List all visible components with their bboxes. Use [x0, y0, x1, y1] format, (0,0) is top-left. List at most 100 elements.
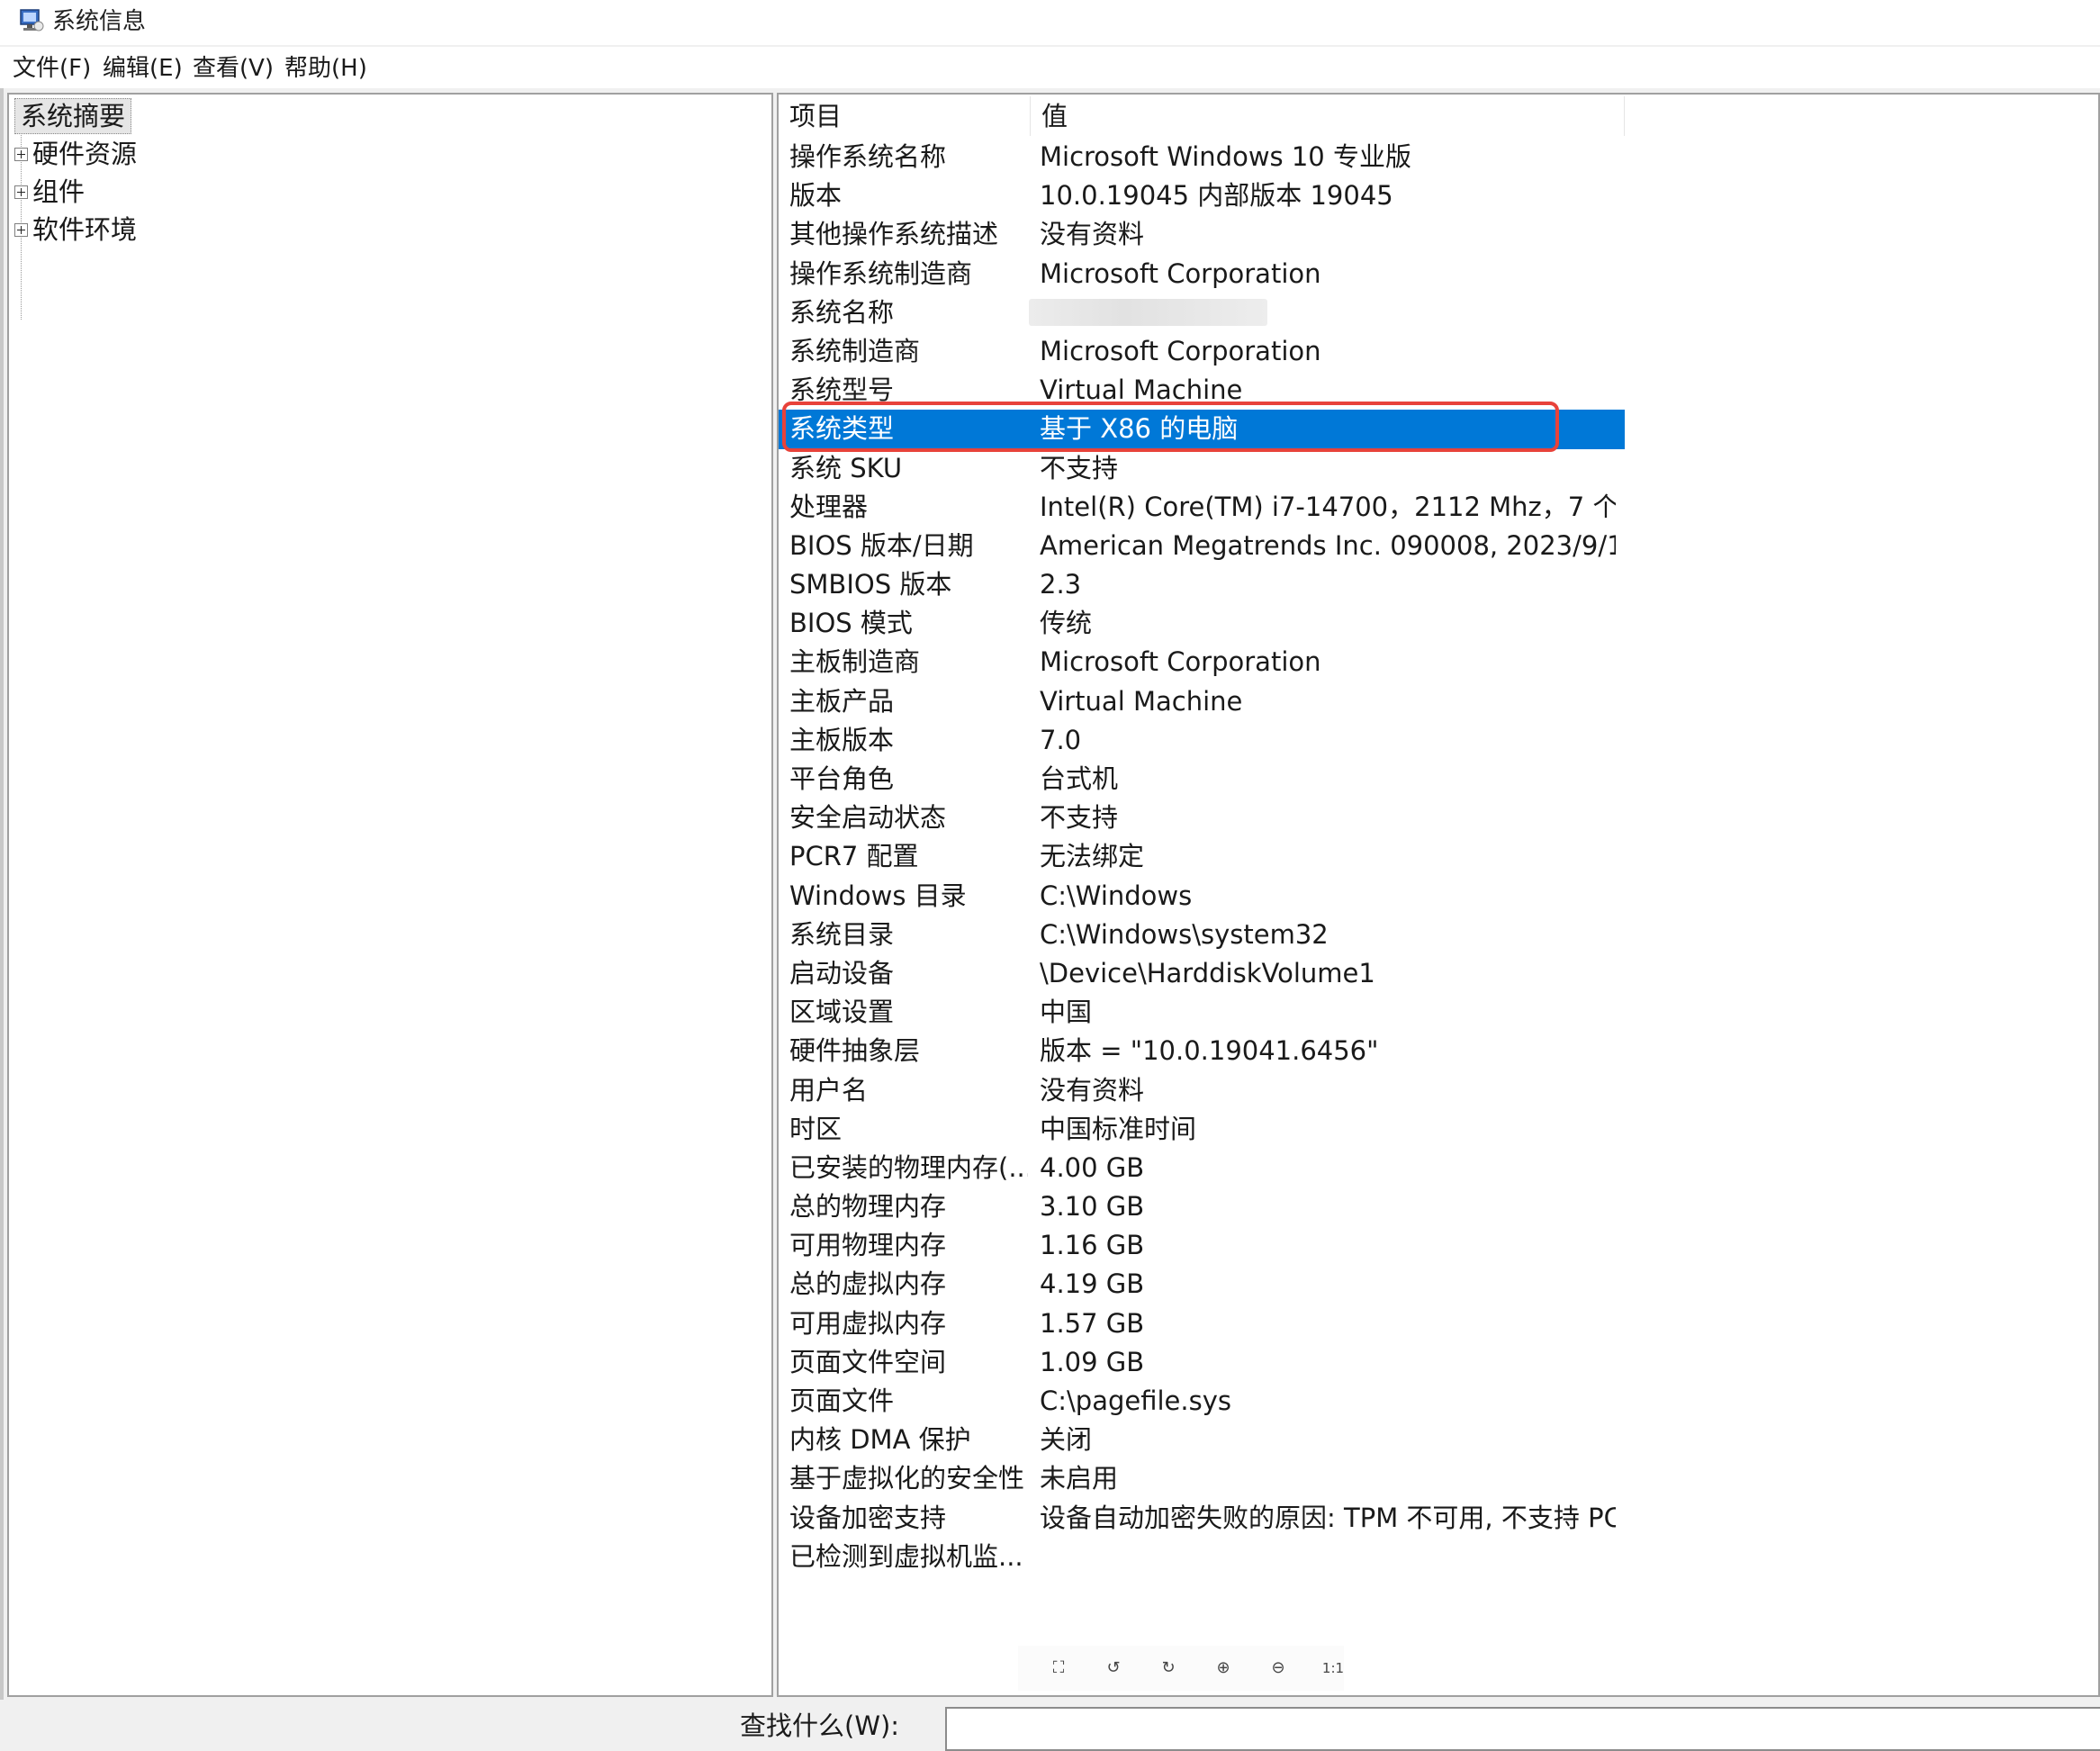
table-row[interactable]: 版本 10.0.19045 内部版本 19045	[779, 176, 1625, 215]
image-viewer-toolbar: ⛶ ↺ ↻ ⊕ ⊖ 1:1	[1018, 1646, 1344, 1691]
rotate-right-icon[interactable]: ↻	[1153, 1653, 1184, 1683]
table-row[interactable]: 其他操作系统描述 没有资料	[779, 215, 1625, 254]
menu-bar: 文件(F) 编辑(E) 查看(V) 帮助(H)	[0, 47, 2100, 88]
row-item-name: 系统类型	[789, 413, 895, 445]
row-item-name: 时区	[789, 1113, 843, 1144]
row-item-name: SMBIOS 版本	[789, 569, 952, 600]
menu-edit[interactable]: 编辑(E)	[101, 52, 185, 85]
menu-file[interactable]: 文件(F)	[11, 52, 93, 85]
table-row[interactable]: Windows 目录 C:\Windows	[779, 877, 1625, 916]
table-row[interactable]: 已安装的物理内存(... 4.00 GB	[779, 1149, 1625, 1187]
tree-item-label: 组件	[32, 176, 86, 207]
expand-plus-icon[interactable]	[14, 185, 28, 199]
row-item-value: 未启用	[1040, 1463, 1119, 1494]
table-row[interactable]: 可用虚拟内存 1.57 GB	[779, 1304, 1625, 1343]
actual-size-icon[interactable]: 1:1	[1318, 1653, 1348, 1683]
search-input[interactable]	[945, 1707, 2100, 1751]
row-item-name: 主板产品	[789, 685, 895, 717]
row-item-name: 硬件抽象层	[789, 1035, 921, 1067]
table-row[interactable]: 主板产品 Virtual Machine	[779, 682, 1625, 721]
row-item-value: American Megatrends Inc. 090008, 2023/9/…	[1040, 529, 1616, 561]
table-row[interactable]: 启动设备 \Device\HarddiskVolume1	[779, 954, 1625, 993]
window-title: 系统信息	[52, 8, 147, 35]
table-row[interactable]: BIOS 版本/日期 American Megatrends Inc. 09000…	[779, 527, 1625, 565]
rotate-left-icon[interactable]: ↺	[1098, 1653, 1129, 1683]
table-row[interactable]: 安全启动状态 不支持	[779, 799, 1625, 837]
title-bar: 系统信息	[0, 0, 2100, 45]
table-row[interactable]: 系统类型 基于 X86 的电脑	[779, 410, 1625, 449]
fullscreen-icon[interactable]: ⛶	[1043, 1653, 1074, 1683]
table-row[interactable]: SMBIOS 版本 2.3	[779, 565, 1625, 604]
row-item-name: 系统型号	[789, 375, 895, 406]
table-row[interactable]: 操作系统制造商 Microsoft Corporation	[779, 255, 1625, 293]
table-row[interactable]: 基于虚拟化的安全性 未启用	[779, 1459, 1625, 1498]
expand-plus-icon[interactable]	[14, 222, 28, 237]
row-item-value: Intel(R) Core(TM) i7-14700，2112 Mhz，7 个.…	[1040, 491, 1616, 522]
column-header-item[interactable]: 项目	[779, 96, 1031, 136]
table-row[interactable]: 主板版本 7.0	[779, 721, 1625, 760]
category-tree[interactable]: 系统摘要 硬件资源 组件 软件环境	[7, 93, 773, 1697]
table-row[interactable]: 设备加密支持 设备自动加密失败的原因: TPM 不可用, 不支持 PC...	[779, 1499, 1625, 1538]
table-row[interactable]: 硬件抽象层 版本 = "10.0.19041.6456"	[779, 1032, 1625, 1070]
table-row[interactable]: PCR7 配置 无法绑定	[779, 837, 1625, 876]
row-item-value: 没有资料	[1040, 1074, 1145, 1106]
menu-view[interactable]: 查看(V)	[191, 52, 275, 85]
row-item-name: 操作系统制造商	[789, 257, 973, 289]
row-item-value: \Device\HarddiskVolume1	[1040, 957, 1375, 988]
table-row[interactable]: 用户名 没有资料	[779, 1071, 1625, 1110]
table-row[interactable]: 可用物理内存 1.16 GB	[779, 1226, 1625, 1265]
row-item-name: 其他操作系统描述	[789, 219, 999, 250]
row-item-name: 可用物理内存	[789, 1230, 947, 1261]
tree-item-label: 硬件资源	[32, 139, 138, 169]
table-row[interactable]: 内核 DMA 保护 关闭	[779, 1421, 1625, 1459]
window-edge	[0, 88, 4, 1700]
row-item-value: 2.3	[1040, 569, 1082, 600]
row-item-name: 已检测到虚拟机监...	[789, 1540, 1023, 1572]
table-row[interactable]: 页面文件空间 1.09 GB	[779, 1343, 1625, 1382]
expand-plus-icon[interactable]	[14, 147, 28, 161]
tree-item-system-summary[interactable]: 系统摘要	[14, 98, 132, 134]
row-item-value: C:\Windows\system32	[1040, 918, 1329, 950]
zoom-in-icon[interactable]: ⊕	[1208, 1653, 1239, 1683]
row-item-name: PCR7 配置	[789, 841, 919, 872]
row-item-value: 1.16 GB	[1040, 1230, 1145, 1261]
table-row[interactable]: 区域设置 中国	[779, 993, 1625, 1032]
row-item-name: 系统目录	[789, 918, 895, 950]
column-header-value[interactable]: 值	[1031, 96, 1625, 136]
row-item-value: 基于 X86 的电脑	[1040, 413, 1239, 445]
table-row[interactable]: 页面文件 C:\pagefile.sys	[779, 1382, 1625, 1421]
tree-item-components[interactable]: 组件	[14, 174, 85, 210]
tree-item-hardware-resources[interactable]: 硬件资源	[14, 136, 137, 172]
row-item-value: 台式机	[1040, 763, 1119, 794]
table-row[interactable]: 系统目录 C:\Windows\system32	[779, 916, 1625, 954]
row-item-value: 版本 = "10.0.19041.6456"	[1040, 1035, 1379, 1067]
list-rows: 操作系统名称 Microsoft Windows 10 专业版 版本 10.0.190…	[779, 138, 1625, 1576]
zoom-out-icon[interactable]: ⊖	[1263, 1653, 1293, 1683]
row-item-name: 处理器	[789, 491, 869, 522]
row-item-name: Windows 目录	[789, 880, 967, 911]
table-row[interactable]: 系统制造商 Microsoft Corporation	[779, 332, 1625, 371]
table-row[interactable]: 系统 SKU 不支持	[779, 449, 1625, 488]
table-row[interactable]: 时区 中国标准时间	[779, 1110, 1625, 1149]
table-row[interactable]: 系统型号 Virtual Machine	[779, 371, 1625, 410]
tree-item-label: 软件环境	[32, 214, 138, 245]
table-row[interactable]: 主板制造商 Microsoft Corporation	[779, 643, 1625, 681]
table-row[interactable]: 总的虚拟内存 4.19 GB	[779, 1265, 1625, 1304]
table-row[interactable]: 已检测到虚拟机监...	[779, 1538, 1625, 1576]
table-row[interactable]: BIOS 模式 传统	[779, 604, 1625, 643]
table-row[interactable]: 操作系统名称 Microsoft Windows 10 专业版	[779, 138, 1625, 176]
tree-item-software-environment[interactable]: 软件环境	[14, 212, 137, 248]
row-item-name: 主板版本	[789, 724, 895, 755]
table-row[interactable]: 系统名称	[779, 293, 1625, 332]
table-row[interactable]: 总的物理内存 3.10 GB	[779, 1187, 1625, 1226]
table-row[interactable]: 处理器 Intel(R) Core(TM) i7-14700，2112 Mhz，7…	[779, 488, 1625, 527]
row-item-name: 总的虚拟内存	[789, 1268, 947, 1300]
row-item-value: Microsoft Corporation	[1040, 646, 1321, 678]
row-item-name: 安全启动状态	[789, 802, 947, 834]
details-list[interactable]: 项目 值 操作系统名称 Microsoft Windows 10 专业版 版本 10.…	[777, 93, 2100, 1697]
table-row[interactable]: 平台角色 台式机	[779, 760, 1625, 799]
row-item-value: Microsoft Corporation	[1040, 335, 1321, 366]
menu-help[interactable]: 帮助(H)	[283, 52, 369, 85]
row-item-value: C:\Windows	[1040, 880, 1193, 911]
row-item-name: 平台角色	[789, 763, 895, 794]
